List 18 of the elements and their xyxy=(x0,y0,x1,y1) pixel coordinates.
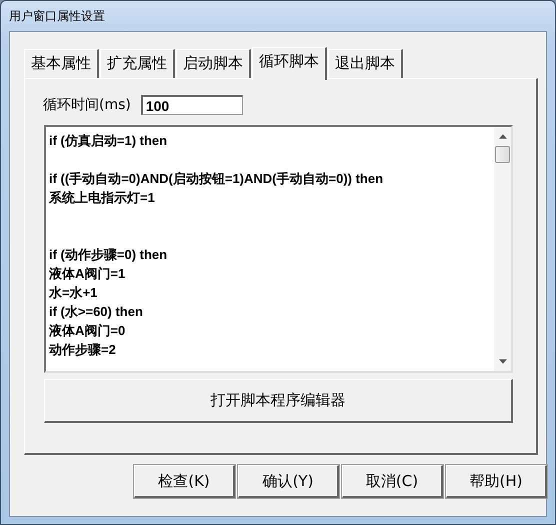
window-title: 用户窗口属性设置 xyxy=(9,8,105,24)
tab[interactable]: 基本属性 xyxy=(24,49,99,78)
dialog-button[interactable]: 取消(C) xyxy=(342,465,443,498)
scroll-thumb[interactable] xyxy=(495,146,510,163)
dialog-button[interactable]: 帮助(H) xyxy=(446,465,547,498)
dialog-button[interactable]: 确认(Y) xyxy=(238,465,339,498)
tab[interactable]: 启动脚本 xyxy=(176,49,251,78)
scroll-down-icon[interactable] xyxy=(498,359,506,364)
tab[interactable]: 循环脚本 xyxy=(252,47,327,80)
open-editor-button[interactable]: 打开脚本程序编辑器 xyxy=(44,379,513,423)
scroll-up-icon[interactable] xyxy=(498,134,506,139)
tab[interactable]: 退出脚本 xyxy=(328,49,403,78)
scrollbar[interactable] xyxy=(494,127,511,371)
cycle-time-field[interactable]: 100 xyxy=(140,95,243,115)
dialog-button[interactable]: 检查(K) xyxy=(134,465,235,498)
script-text: if (仿真启动=1) then if ((手动自动=0)AND(启动按钮=1)AND(手动自动=0)) then 系统上电指示灯=1 if (动作步骤=0) then 液体A阀门=1 水=水+1 if (水>=60) then 液体A阀门=0 动作步骤=2 xyxy=(48,132,384,359)
field-label: 循环时间(ms) xyxy=(43,96,131,114)
tab[interactable]: 扩充属性 xyxy=(100,49,175,78)
